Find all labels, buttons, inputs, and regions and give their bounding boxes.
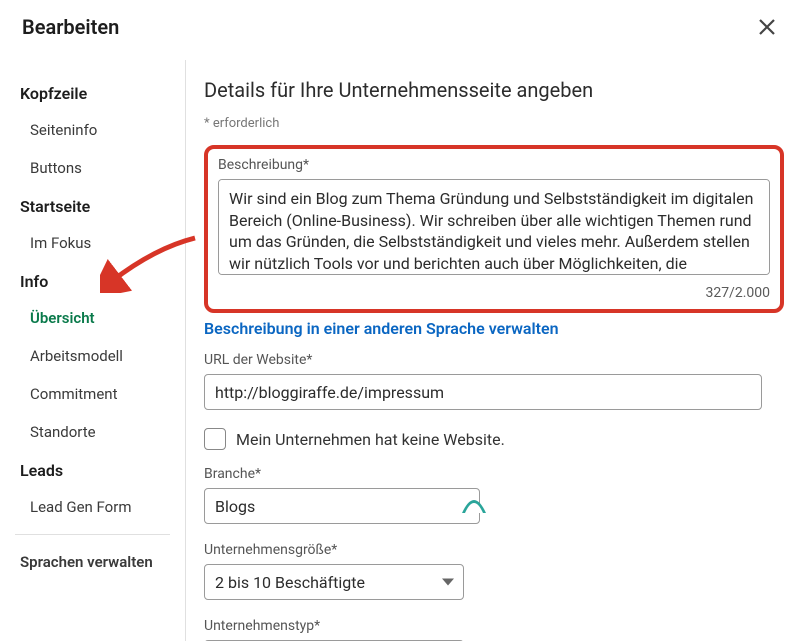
sidebar-item-buttons[interactable]: Buttons bbox=[0, 149, 185, 187]
no-website-checkbox[interactable] bbox=[204, 428, 226, 450]
size-field: Unternehmensgröße* 2 bis 10 Beschäftigte bbox=[204, 542, 784, 600]
description-label: Beschreibung* bbox=[218, 157, 770, 173]
sidebar-divider bbox=[15, 534, 170, 535]
description-highlight: Beschreibung* 327/2.000 bbox=[204, 145, 784, 313]
close-icon[interactable] bbox=[754, 14, 780, 40]
sidebar-heading-leads: Leads bbox=[0, 451, 185, 488]
sidebar-item-uebersicht[interactable]: Übersicht bbox=[0, 299, 185, 337]
size-select-value: 2 bis 10 Beschäftigte bbox=[215, 573, 365, 592]
sidebar-item-commitment[interactable]: Commitment bbox=[0, 375, 185, 413]
sidebar-heading-info: Info bbox=[0, 262, 185, 299]
type-field: Unternehmenstyp* Selbstständig bbox=[204, 618, 784, 641]
website-field: URL der Website* bbox=[204, 352, 784, 410]
no-website-row: Mein Unternehmen hat keine Website. bbox=[204, 428, 784, 450]
sidebar-heading-startseite: Startseite bbox=[0, 187, 185, 224]
sidebar-item-im-fokus[interactable]: Im Fokus bbox=[0, 224, 185, 262]
description-char-count: 327/2.000 bbox=[218, 285, 770, 301]
sidebar-item-standorte[interactable]: Standorte bbox=[0, 413, 185, 451]
required-note: * erforderlich bbox=[204, 116, 784, 131]
sidebar-item-sprachen-verwalten[interactable]: Sprachen verwalten bbox=[0, 543, 185, 581]
main-panel: Details für Ihre Unternehmensseite angeb… bbox=[186, 60, 802, 641]
size-select[interactable]: 2 bis 10 Beschäftigte bbox=[204, 564, 464, 600]
sidebar-heading-kopfzeile: Kopfzeile bbox=[0, 74, 185, 111]
website-input[interactable] bbox=[204, 374, 762, 410]
sidebar: Kopfzeile Seiteninfo Buttons Startseite … bbox=[0, 60, 186, 641]
branche-input[interactable] bbox=[204, 488, 480, 524]
manage-language-link[interactable]: Beschreibung in einer anderen Sprache ve… bbox=[204, 319, 784, 338]
branche-field: Branche* bbox=[204, 466, 784, 524]
modal-header: Bearbeiten bbox=[0, 0, 802, 60]
type-label: Unternehmenstyp* bbox=[204, 618, 784, 634]
branche-label: Branche* bbox=[204, 466, 784, 482]
sidebar-item-arbeitsmodell[interactable]: Arbeitsmodell bbox=[0, 337, 185, 375]
edit-modal: Bearbeiten Kopfzeile Seiteninfo Buttons … bbox=[0, 0, 802, 641]
modal-title: Bearbeiten bbox=[22, 15, 119, 39]
description-textarea[interactable] bbox=[218, 179, 770, 275]
sidebar-item-seiteninfo[interactable]: Seiteninfo bbox=[0, 111, 185, 149]
size-label: Unternehmensgröße* bbox=[204, 542, 784, 558]
sidebar-item-lead-gen-form[interactable]: Lead Gen Form bbox=[0, 488, 185, 526]
no-website-label: Mein Unternehmen hat keine Website. bbox=[236, 430, 505, 449]
website-label: URL der Website* bbox=[204, 352, 784, 368]
page-title: Details für Ihre Unternehmensseite angeb… bbox=[204, 78, 784, 102]
modal-body: Kopfzeile Seiteninfo Buttons Startseite … bbox=[0, 60, 802, 641]
